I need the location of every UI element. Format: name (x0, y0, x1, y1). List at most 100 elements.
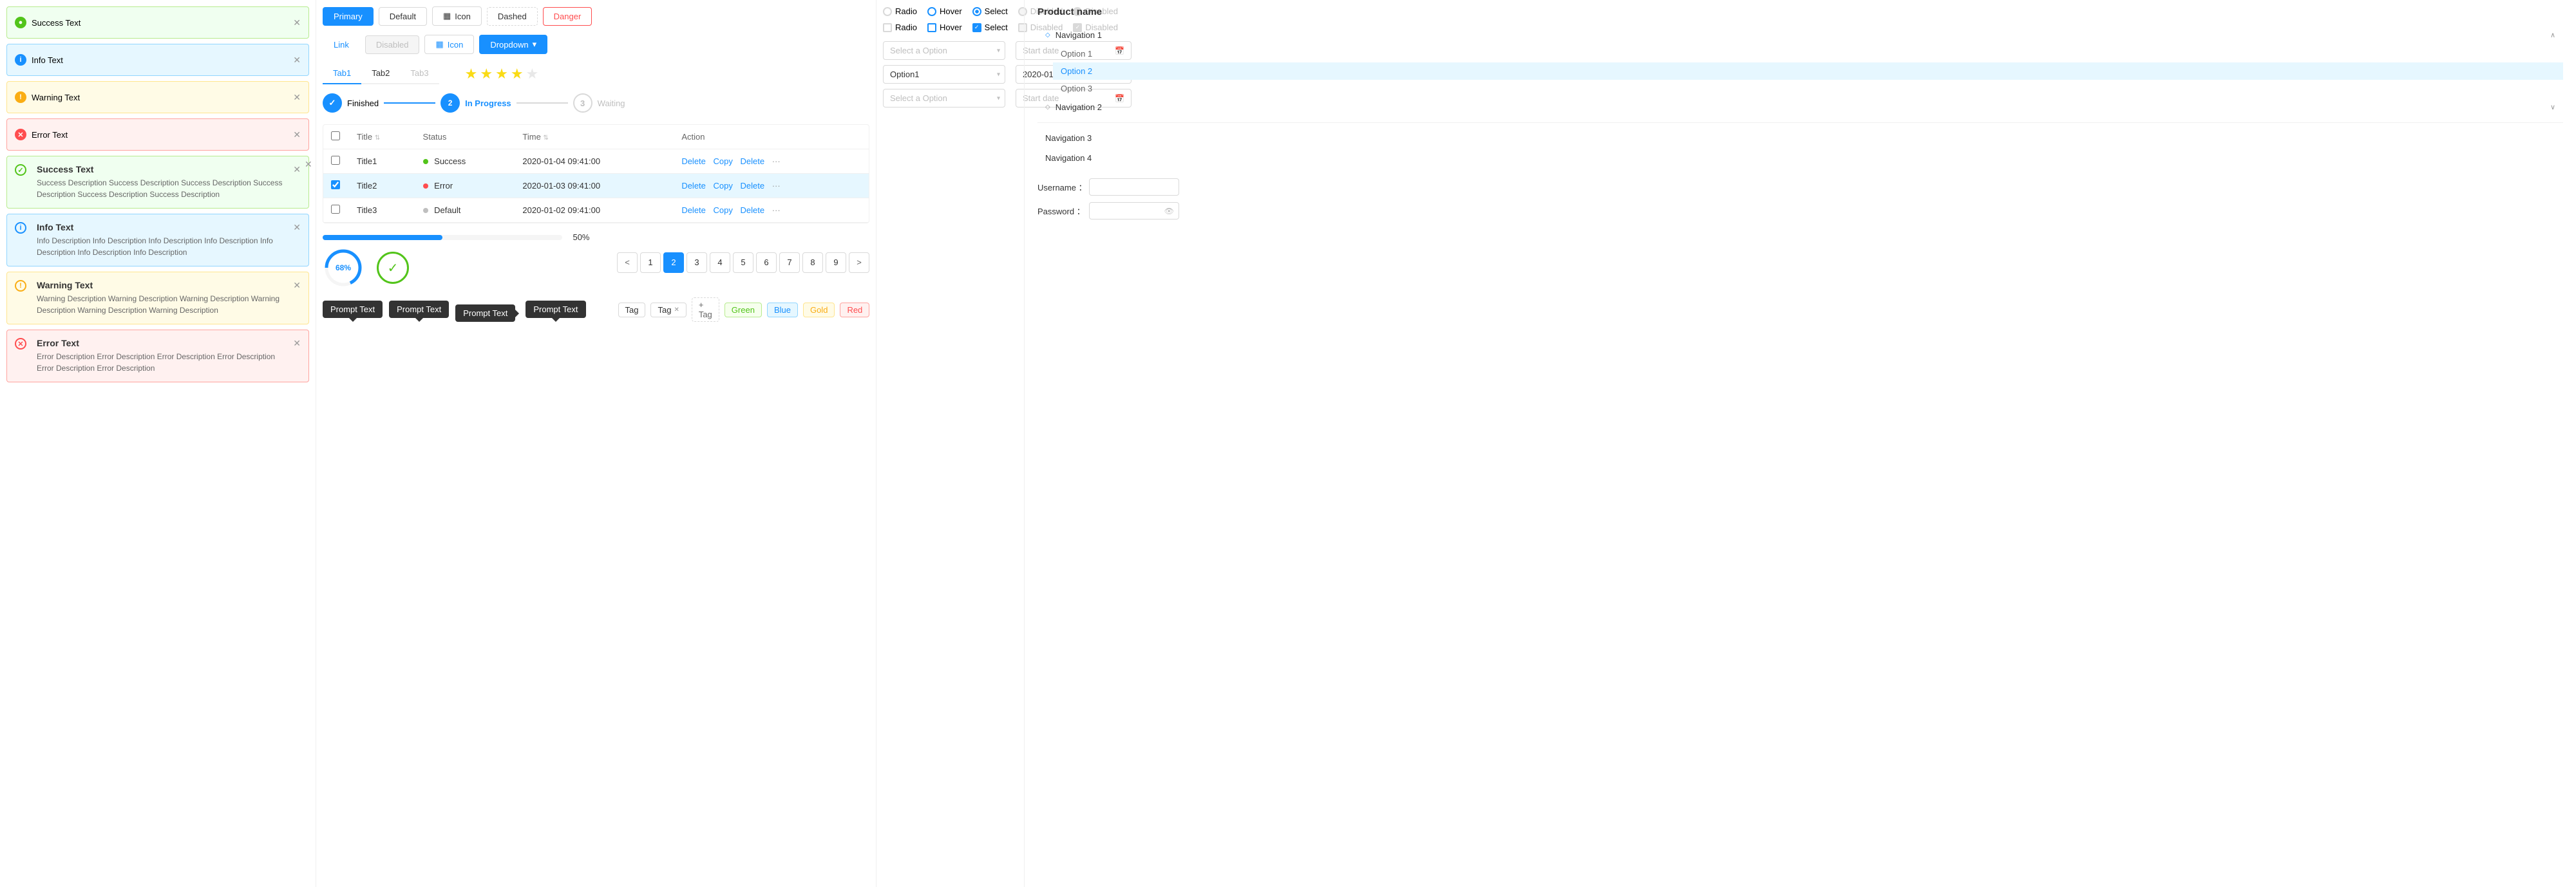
nav-item-4-label: Navigation 4 (1045, 153, 1092, 163)
more-icon-2[interactable]: ··· (772, 181, 781, 191)
tooltip-arrow-4 (552, 318, 560, 322)
tab-1[interactable]: Tab1 (323, 63, 361, 84)
nav-item-4[interactable]: Navigation 4 (1037, 148, 2563, 168)
page-5-button[interactable]: 5 (733, 252, 753, 273)
username-input[interactable] (1089, 178, 1179, 196)
page-3-button[interactable]: 3 (687, 252, 707, 273)
progress-bar-row: 50% (323, 232, 590, 242)
delete-link-1[interactable]: Delete (681, 156, 706, 166)
nav-item-1-content: ◇ Navigation 1 (1045, 30, 1102, 40)
delete-link-5[interactable]: Delete (681, 205, 706, 215)
tag-red-text: Red (847, 305, 862, 315)
close-icon[interactable]: ✕ (305, 159, 312, 170)
row3-checkbox[interactable] (331, 205, 340, 214)
sort-icon-time[interactable]: ⇅ (543, 135, 548, 142)
more-icon-3[interactable]: ··· (772, 205, 781, 215)
delete-link-6[interactable]: Delete (741, 205, 765, 215)
tag-green-text: Green (732, 305, 755, 315)
dashed-button[interactable]: Dashed (487, 7, 538, 26)
prev-page-button[interactable]: < (617, 252, 638, 273)
radio-unchecked[interactable]: Radio (883, 6, 917, 16)
star-rating[interactable]: ★ ★ ★ ★ ★ (465, 66, 539, 82)
radio-hover[interactable]: Hover (927, 6, 962, 16)
username-label: Username ： (1037, 181, 1089, 193)
next-page-button[interactable]: > (849, 252, 869, 273)
radio-label-3: Select (985, 6, 1008, 16)
close-icon[interactable]: ✕ (293, 280, 301, 291)
icon-button[interactable]: ▦ Icon (432, 6, 482, 26)
radio-selected[interactable]: Select (972, 6, 1008, 16)
checkbox-unchecked[interactable]: Radio (883, 23, 917, 32)
select-2[interactable]: Select a Option Option1 Option2 (883, 65, 1005, 84)
select-1[interactable]: Select a Option Option1 Option2 (883, 41, 1005, 60)
delete-link-4[interactable]: Delete (741, 181, 765, 191)
alert-content: ● Success Text (15, 17, 293, 28)
nav-item-1[interactable]: ◇ Navigation 1 ∧ (1037, 25, 2563, 45)
table-row: Title3 Default 2020-01-02 09:41:00 Delet… (323, 198, 869, 223)
default-button[interactable]: Default (379, 7, 427, 26)
close-icon[interactable]: ✕ (293, 55, 301, 66)
primary-button[interactable]: Primary (323, 7, 374, 26)
close-icon[interactable]: ✕ (293, 222, 301, 233)
eye-icon[interactable]: 👁 (1164, 207, 1174, 216)
nav-sub-item-option3[interactable]: Option 3 (1053, 80, 2563, 97)
dropdown-button[interactable]: Dropdown ▾ (479, 35, 547, 54)
danger-button[interactable]: Danger (543, 7, 592, 26)
checkbox-label-2: Hover (940, 23, 962, 32)
star-2[interactable]: ★ (480, 66, 493, 82)
disabled-button: Disabled (365, 35, 420, 54)
alert-desc: Info Description Info Description Info D… (37, 235, 288, 258)
nav-item-2[interactable]: ◇ Navigation 2 ∨ (1037, 97, 2563, 117)
nav-panel-title: Product name (1037, 6, 2563, 17)
close-icon[interactable]: ✕ (293, 338, 301, 349)
checkbox-hover[interactable]: Hover (927, 23, 962, 32)
copy-link-2[interactable]: Copy (714, 181, 733, 191)
page-9-button[interactable]: 9 (826, 252, 846, 273)
sort-icon[interactable]: ⇅ (375, 135, 380, 142)
icon-button-2[interactable]: ▦ Icon (424, 35, 474, 54)
nav-item-2-content: ◇ Navigation 2 (1045, 102, 1102, 112)
selects-column: Select a Option Option1 Option2 ▾ Select… (883, 41, 1005, 107)
close-icon[interactable]: ✕ (293, 17, 301, 28)
page-6-button[interactable]: 6 (756, 252, 777, 273)
tooltips-row: Prompt Text Prompt Text Prompt Text Prom… (323, 297, 869, 335)
nav-divider (1037, 122, 2563, 123)
page-2-button[interactable]: 2 (663, 252, 684, 273)
copy-link-1[interactable]: Copy (714, 156, 733, 166)
page-8-button[interactable]: 8 (802, 252, 823, 273)
page-1-button[interactable]: 1 (640, 252, 661, 273)
page-7-button[interactable]: 7 (779, 252, 800, 273)
star-5[interactable]: ★ (526, 66, 539, 82)
star-3[interactable]: ★ (495, 66, 508, 82)
step-circle-inprogress: 2 (440, 93, 460, 113)
delete-link-2[interactable]: Delete (741, 156, 765, 166)
circle-percent: 68% (336, 263, 351, 272)
select-all-checkbox[interactable] (331, 131, 340, 140)
alert-desc: Error Description Error Description Erro… (37, 351, 288, 374)
nav-sub-item-option1[interactable]: Option 1 (1053, 45, 2563, 62)
delete-link-3[interactable]: Delete (681, 181, 706, 191)
tag-close-icon[interactable]: ✕ (674, 306, 679, 313)
add-tag-button[interactable]: + Tag (692, 297, 719, 322)
close-icon-right[interactable]: ✕ (293, 164, 301, 175)
tooltip-arrow-3 (515, 310, 519, 317)
star-4[interactable]: ★ (511, 66, 524, 82)
row1-checkbox[interactable] (331, 156, 340, 165)
cell-time: 2020-01-02 09:41:00 (515, 198, 674, 223)
more-icon[interactable]: ··· (772, 156, 781, 166)
tab-2[interactable]: Tab2 (361, 63, 400, 84)
copy-link-3[interactable]: Copy (714, 205, 733, 215)
link-button[interactable]: Link (323, 35, 360, 54)
select-3[interactable]: Select a Option Option1 Option2 (883, 89, 1005, 107)
close-icon[interactable]: ✕ (293, 129, 301, 140)
checkbox-checked[interactable]: ✓ Select (972, 23, 1008, 32)
close-icon[interactable]: ✕ (293, 92, 301, 103)
nav-item-3[interactable]: Navigation 3 (1037, 128, 2563, 148)
nav-chevron-2: ∨ (2550, 103, 2555, 111)
row2-checkbox[interactable] (331, 180, 340, 189)
mid-panel: Primary Default ▦ Icon Dashed Danger Lin… (316, 0, 876, 887)
cell-status: Default (415, 198, 515, 223)
star-1[interactable]: ★ (465, 66, 478, 82)
nav-sub-item-option2[interactable]: Option 2 (1053, 62, 2563, 80)
page-4-button[interactable]: 4 (710, 252, 730, 273)
